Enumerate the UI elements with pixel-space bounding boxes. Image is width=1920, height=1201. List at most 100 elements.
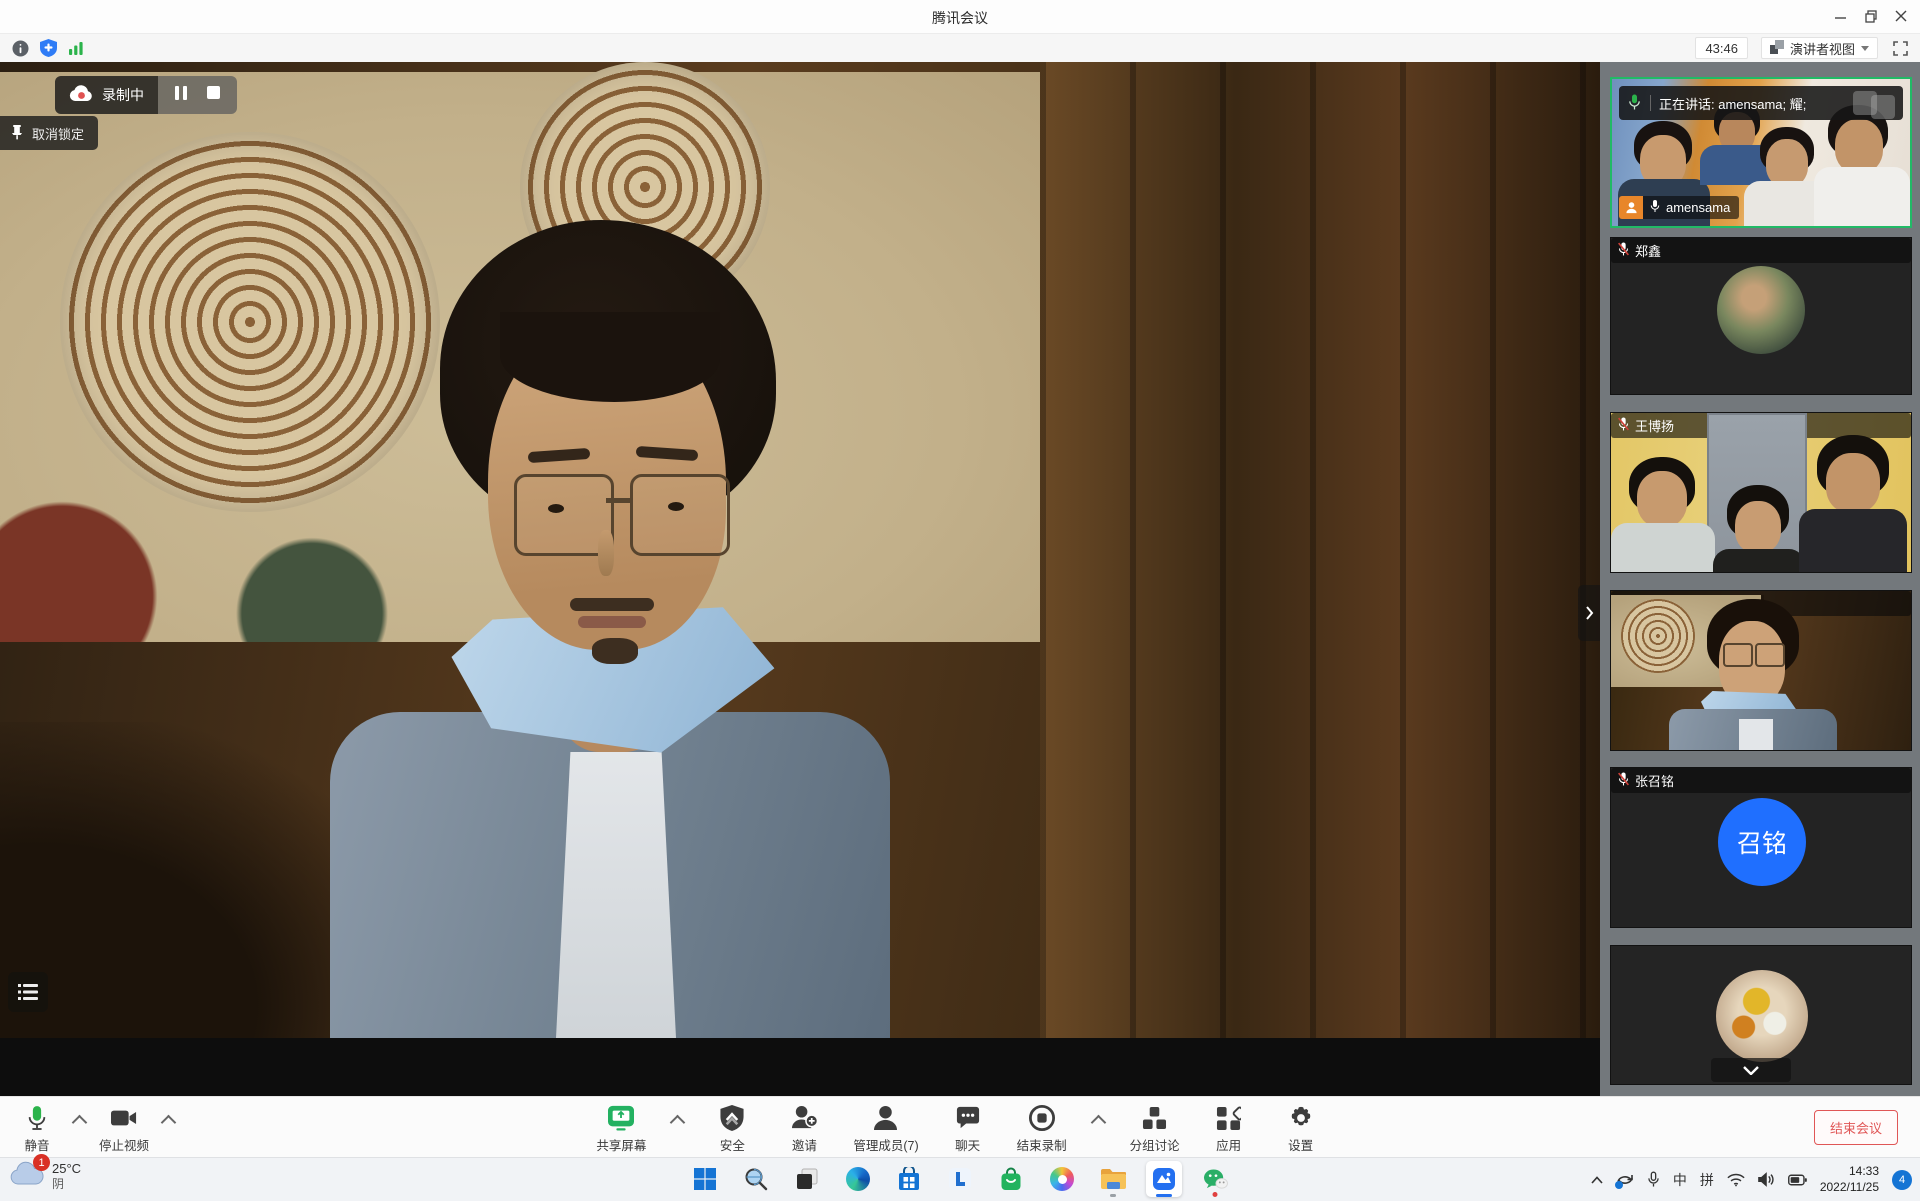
invite-person-icon bbox=[790, 1104, 818, 1132]
clock-date: 2022/11/25 bbox=[1820, 1180, 1879, 1196]
participant-name: 王博扬 bbox=[1635, 416, 1674, 435]
close-button[interactable] bbox=[1886, 4, 1916, 28]
video-background-wall bbox=[1040, 62, 1600, 1038]
host-badge-icon bbox=[1619, 196, 1643, 219]
fullscreen-icon[interactable] bbox=[1890, 38, 1910, 58]
end-meeting-button[interactable]: 结束会议 bbox=[1814, 1110, 1898, 1145]
participant-tile-amensama[interactable]: 正在讲话: amensama; 耀; amensama bbox=[1610, 77, 1912, 228]
pinned-speaker-video bbox=[0, 62, 1600, 1038]
apps-grid-icon bbox=[1215, 1104, 1243, 1132]
meeting-security-shield-icon[interactable] bbox=[38, 38, 58, 58]
taskbar-clock[interactable]: 14:33 2022/11/25 bbox=[1820, 1164, 1879, 1195]
network-signal-icon[interactable] bbox=[66, 38, 86, 58]
active-app-indicator bbox=[1156, 1194, 1172, 1197]
participant-tile-wangboyang[interactable]: 王博扬 bbox=[1610, 412, 1912, 573]
participant-name: 张召铭 bbox=[1635, 771, 1674, 790]
windows-taskbar: 1 25°C 阴 bbox=[0, 1157, 1920, 1201]
pin-icon bbox=[10, 124, 24, 143]
cloud-record-icon bbox=[69, 85, 93, 105]
volume-icon[interactable] bbox=[1758, 1172, 1775, 1187]
search-icon[interactable] bbox=[738, 1161, 774, 1197]
view-mode-selector[interactable]: 演讲者视图 bbox=[1761, 37, 1878, 59]
participant-name: 郑鑫 bbox=[1635, 241, 1661, 260]
mic-on-icon bbox=[1649, 199, 1661, 216]
battery-icon[interactable] bbox=[1788, 1174, 1807, 1186]
recording-indicator: 录制中 bbox=[55, 76, 237, 114]
meeting-toolbar: 静音 停止视频 共享屏幕 安全 邀请 bbox=[0, 1096, 1920, 1158]
mic-muted-icon bbox=[1617, 772, 1630, 789]
active-speaker-banner: 正在讲话: amensama; 耀; bbox=[1619, 86, 1903, 120]
file-explorer-icon[interactable] bbox=[1095, 1161, 1131, 1197]
settings-button[interactable]: 设置 bbox=[1278, 1104, 1324, 1154]
app-store-bag-icon[interactable] bbox=[993, 1161, 1029, 1197]
meeting-topbar: 43:46 演讲者视图 bbox=[0, 34, 1920, 63]
notification-count-badge[interactable]: 4 bbox=[1892, 1170, 1912, 1190]
stop-recording-button[interactable]: 结束录制 bbox=[1017, 1104, 1067, 1154]
sidebar-collapse-button[interactable] bbox=[1578, 585, 1600, 641]
initials-avatar: 召铭 bbox=[1718, 798, 1806, 886]
security-button[interactable]: 安全 bbox=[709, 1104, 755, 1154]
chat-bubble-icon bbox=[954, 1104, 982, 1132]
ime-mode-indicator[interactable]: 拼 bbox=[1700, 1170, 1714, 1190]
defender-app-icon[interactable] bbox=[942, 1161, 978, 1197]
recording-label: 录制中 bbox=[102, 85, 144, 105]
meeting-info-icon[interactable] bbox=[10, 38, 30, 58]
tencent-meeting-app-icon[interactable] bbox=[1146, 1161, 1182, 1197]
participants-sidebar: 正在讲话: amensama; 耀; amensama 郑鑫 bbox=[1600, 62, 1920, 1096]
members-person-icon bbox=[872, 1104, 900, 1132]
share-screen-icon bbox=[607, 1104, 635, 1132]
layout-view-icon bbox=[1770, 40, 1784, 57]
avatar-photo bbox=[1716, 970, 1808, 1062]
speaker-mustache bbox=[570, 598, 654, 611]
caption-list-button[interactable] bbox=[8, 972, 48, 1012]
share-screen-button[interactable]: 共享屏幕 bbox=[596, 1104, 646, 1154]
task-view-icon[interactable] bbox=[789, 1161, 825, 1197]
mic-muted-icon bbox=[1617, 242, 1630, 259]
avatar-photo bbox=[1717, 266, 1805, 354]
scroll-more-participants-button[interactable] bbox=[1711, 1058, 1791, 1082]
clock-time: 14:33 bbox=[1849, 1164, 1879, 1180]
speaking-mic-icon bbox=[1627, 93, 1642, 114]
participant-tile-zhangzhaoming[interactable]: 召铭 张召铭 bbox=[1610, 767, 1912, 928]
speaking-banner-text: 正在讲话: amensama; 耀; bbox=[1659, 94, 1845, 113]
manage-members-button[interactable]: 管理成员(7) bbox=[853, 1104, 918, 1154]
sync-update-icon[interactable] bbox=[1616, 1172, 1634, 1188]
view-mode-label: 演讲者视图 bbox=[1790, 39, 1855, 58]
tray-microphone-icon[interactable] bbox=[1647, 1171, 1660, 1188]
window-titlebar: 腾讯会议 bbox=[0, 0, 1920, 34]
edge-browser-icon[interactable] bbox=[840, 1161, 876, 1197]
hidden-icons-chevron[interactable] bbox=[1591, 1176, 1603, 1184]
speaker-shirt bbox=[556, 752, 676, 1038]
wifi-icon[interactable] bbox=[1727, 1173, 1745, 1187]
ime-language-indicator[interactable]: 中 bbox=[1673, 1170, 1687, 1190]
security-shield-icon bbox=[718, 1104, 746, 1132]
participant-tile-zhengxin[interactable]: 郑鑫 bbox=[1610, 237, 1912, 395]
wechat-icon[interactable] bbox=[1197, 1161, 1233, 1197]
main-video-stage: 录制中 取消锁定 bbox=[0, 62, 1600, 1096]
share-options-chevron[interactable] bbox=[670, 1115, 686, 1131]
stop-record-icon bbox=[1028, 1104, 1056, 1132]
meeting-timer: 43:46 bbox=[1695, 37, 1748, 59]
restore-button[interactable] bbox=[1856, 4, 1886, 28]
window-title: 腾讯会议 bbox=[0, 8, 1920, 28]
minimize-button[interactable] bbox=[1826, 4, 1856, 28]
gear-icon bbox=[1287, 1104, 1315, 1132]
participant-name: amensama bbox=[1666, 200, 1730, 215]
chat-button[interactable]: 聊天 bbox=[945, 1104, 991, 1154]
recording-options-chevron[interactable] bbox=[1090, 1115, 1106, 1131]
invite-button[interactable]: 邀请 bbox=[781, 1104, 827, 1154]
breakout-squares-icon bbox=[1141, 1104, 1169, 1132]
pause-recording-button[interactable] bbox=[174, 85, 188, 106]
speaker-goatee bbox=[592, 638, 638, 664]
mic-muted-icon bbox=[1617, 417, 1630, 434]
apps-button[interactable]: 应用 bbox=[1206, 1104, 1252, 1154]
photos-app-icon[interactable] bbox=[1044, 1161, 1080, 1197]
start-button[interactable] bbox=[687, 1161, 723, 1197]
speaker-glasses-right-lens bbox=[630, 474, 730, 556]
participant-tile-yao[interactable]: 耀 bbox=[1610, 590, 1912, 751]
unpin-button[interactable]: 取消锁定 bbox=[0, 116, 98, 150]
chevron-down-icon bbox=[1861, 46, 1869, 51]
microsoft-store-icon[interactable] bbox=[891, 1161, 927, 1197]
breakout-rooms-button[interactable]: 分组讨论 bbox=[1130, 1104, 1180, 1154]
stop-recording-button[interactable] bbox=[206, 85, 221, 105]
